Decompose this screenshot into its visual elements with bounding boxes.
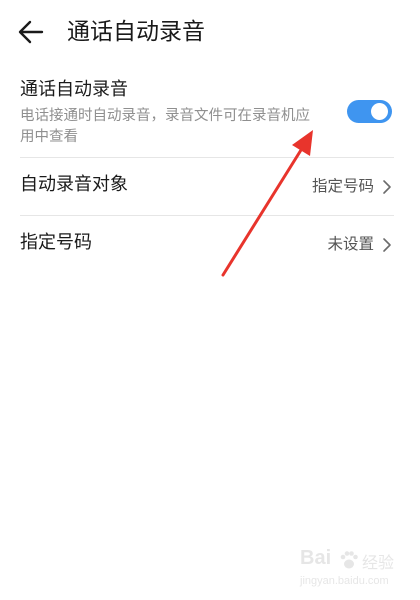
auto-record-description: 电话接通时自动录音，录音文件可在录音机应用中查看: [20, 108, 310, 145]
record-target-value: 指定号码: [311, 177, 374, 195]
auto-record-row[interactable]: 通话自动录音 电话接通时自动录音，录音文件可在录音机应用中查看: [0, 72, 420, 158]
app-header: 通话自动录音: [0, 0, 420, 64]
specified-numbers-label: 指定号码: [20, 232, 92, 253]
auto-record-title: 通话自动录音: [20, 79, 128, 100]
specified-numbers-row[interactable]: 指定号码 未设置: [0, 216, 420, 274]
record-target-label: 自动录音对象: [20, 174, 128, 195]
toggle-knob: [371, 103, 388, 120]
chevron-right-icon: [383, 180, 391, 194]
watermark-brand: Bai: [300, 547, 332, 569]
page-title: 通话自动录音: [67, 19, 205, 45]
watermark-url: jingyan.baidu.com: [300, 575, 389, 587]
chevron-right-icon: [383, 238, 391, 252]
record-target-row[interactable]: 自动录音对象 指定号码: [0, 158, 420, 216]
specified-numbers-value: 未设置: [327, 235, 374, 253]
watermark-label: 经验: [362, 553, 395, 572]
arrow-left-icon[interactable]: [16, 18, 46, 46]
paw-icon: [340, 551, 358, 569]
watermark: Bai 经验 jingyan.baidu.com: [300, 545, 410, 593]
auto-record-toggle[interactable]: [347, 100, 392, 123]
